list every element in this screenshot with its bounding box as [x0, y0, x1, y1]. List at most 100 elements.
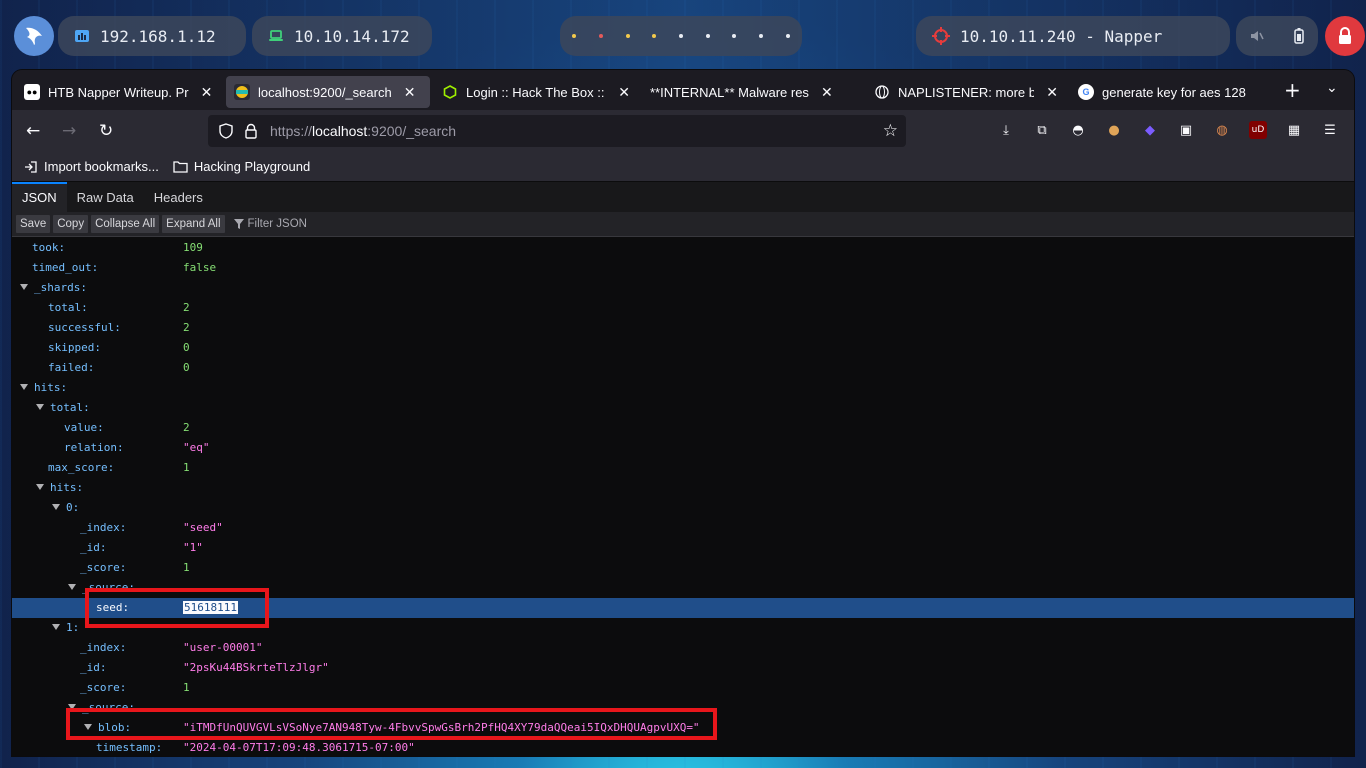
json-row[interactable]: relation: "eq"	[12, 438, 1354, 458]
workspace-dot[interactable]	[652, 34, 657, 38]
tab-localhost-search[interactable]: localhost:9200/_search ✕	[226, 76, 430, 108]
json-row[interactable]: _index: "user-00001"	[12, 638, 1354, 658]
bookmark-star-icon[interactable]: ☆	[883, 121, 898, 141]
json-row[interactable]: timed_out: false	[12, 258, 1354, 278]
json-row[interactable]: skipped: 0	[12, 338, 1354, 358]
url-text[interactable]: https://localhost:9200/_search	[270, 123, 456, 139]
workspace-dot[interactable]	[598, 34, 603, 38]
json-value: "user-00001"	[183, 638, 262, 658]
close-tab-icon[interactable]: ✕	[201, 84, 213, 101]
expand-toggle-icon[interactable]	[52, 624, 60, 630]
battery-icon[interactable]	[1294, 28, 1304, 44]
workspace-dot[interactable]	[572, 34, 577, 38]
tab-htb-login[interactable]: Login :: Hack The Box :: H ✕	[434, 76, 638, 108]
expand-toggle-icon[interactable]	[68, 584, 76, 590]
local-ip-widget[interactable]: 192.168.1.12	[58, 16, 246, 56]
json-row[interactable]: failed: 0	[12, 358, 1354, 378]
save-button[interactable]: Save	[16, 215, 51, 233]
json-row[interactable]: timestamp: "2024-04-07T17:09:48.3061715-0…	[12, 738, 1354, 756]
expand-toggle-icon[interactable]	[36, 404, 44, 410]
json-row[interactable]: _id: "1"	[12, 538, 1354, 558]
json-key-text: _index:	[80, 521, 127, 534]
json-value-text: 2	[183, 321, 190, 334]
wappalyzer-icon[interactable]: ◆	[1141, 121, 1159, 139]
json-row[interactable]: took: 109	[12, 238, 1354, 258]
json-row[interactable]: _id: "2psKu44BSkrteTlzJlgr"	[12, 658, 1354, 678]
close-tab-icon[interactable]: ✕	[404, 84, 416, 101]
json-row[interactable]: hits:	[12, 378, 1354, 398]
json-row[interactable]: _index: "seed"	[12, 518, 1354, 538]
close-tab-icon[interactable]: ✕	[821, 84, 833, 101]
workspace-dot[interactable]	[705, 34, 710, 38]
json-row[interactable]: 0:	[12, 498, 1354, 518]
menu-icon[interactable]: ☰	[1321, 121, 1339, 139]
json-row[interactable]: total: 2	[12, 298, 1354, 318]
cookie-editor-icon[interactable]: ●	[1105, 121, 1123, 139]
tab-headers[interactable]: Headers	[144, 184, 213, 212]
reload-icon[interactable]: ↻	[99, 121, 113, 141]
back-icon[interactable]: ←	[26, 121, 40, 141]
json-row[interactable]: _score: 1	[12, 678, 1354, 698]
json-value-text: 2	[183, 421, 190, 434]
json-value-text: 0	[183, 341, 190, 354]
json-row[interactable]: successful: 2	[12, 318, 1354, 338]
expand-toggle-icon[interactable]	[20, 384, 28, 390]
expand-toggle-icon[interactable]	[52, 504, 60, 510]
json-value: 2	[183, 318, 190, 338]
tab-htb-writeup[interactable]: ●● HTB Napper Writeup. Pr ✕	[16, 76, 222, 108]
json-key: 1:	[52, 618, 79, 638]
workspace-dot[interactable]	[785, 34, 790, 38]
expand-toggle-icon[interactable]	[20, 284, 28, 290]
shield-icon[interactable]	[218, 123, 234, 139]
lock-screen-button[interactable]	[1325, 16, 1365, 56]
elastic-icon	[234, 84, 250, 100]
json-key-text: total:	[48, 301, 88, 314]
qr-code-icon[interactable]: ▦	[1285, 121, 1303, 139]
json-row[interactable]: max_score: 1	[12, 458, 1354, 478]
collapse-all-button[interactable]: Collapse All	[91, 215, 160, 233]
import-bookmarks-item[interactable]: Import bookmarks...	[24, 159, 159, 174]
expand-all-button[interactable]: Expand All	[162, 215, 225, 233]
ublock-icon[interactable]: uD	[1249, 121, 1267, 139]
forward-icon[interactable]: →	[62, 121, 76, 141]
target-widget[interactable]: 10.10.11.240 - Napper	[916, 16, 1230, 56]
tab-naplistener[interactable]: NAPLISTENER: more bac ✕	[866, 76, 1066, 108]
json-row[interactable]: value: 2	[12, 418, 1354, 438]
workspace-switcher[interactable]	[560, 16, 802, 56]
json-key-text: successful:	[48, 321, 121, 334]
new-tab-button[interactable]: +	[1284, 78, 1301, 102]
url-bar[interactable]: https://localhost:9200/_search ☆	[208, 115, 906, 147]
workspace-dot[interactable]	[732, 34, 737, 38]
volume-muted-icon[interactable]	[1250, 29, 1264, 43]
workspace-dot[interactable]	[758, 34, 763, 38]
json-row[interactable]: _score: 1	[12, 558, 1354, 578]
json-key: 0:	[52, 498, 79, 518]
workspace-dot[interactable]	[678, 34, 683, 38]
spy-extension-icon[interactable]: ◓	[1069, 121, 1087, 139]
json-row[interactable]: hits:	[12, 478, 1354, 498]
tab-json[interactable]: JSON	[12, 182, 67, 212]
app-launcher-button[interactable]	[14, 16, 54, 56]
json-key-text: _score:	[80, 681, 127, 694]
vpn-ip-widget[interactable]: 10.10.14.172	[252, 16, 432, 56]
workspace-dot[interactable]	[625, 34, 630, 38]
filter-json-input[interactable]: Filter JSON	[233, 218, 307, 230]
list-all-tabs-button[interactable]: ⌄	[1326, 80, 1338, 96]
json-key-text: total:	[50, 401, 90, 414]
close-tab-icon[interactable]: ✕	[1046, 84, 1058, 101]
expand-toggle-icon[interactable]	[36, 484, 44, 490]
hacktools-icon[interactable]: ◍	[1213, 121, 1231, 139]
downloads-icon[interactable]: ⤓	[997, 121, 1015, 139]
hacking-playground-folder[interactable]: Hacking Playground	[173, 159, 310, 174]
close-tab-icon[interactable]: ✕	[618, 84, 630, 101]
lock-icon[interactable]	[244, 123, 258, 139]
tab-raw-data[interactable]: Raw Data	[67, 184, 144, 212]
tab-google-aes[interactable]: G generate key for aes 128	[1070, 76, 1268, 108]
tab-internal-malware[interactable]: **INTERNAL** Malware res ✕	[642, 76, 862, 108]
extensions-icon[interactable]: ⧉	[1033, 121, 1051, 139]
json-row[interactable]: _shards:	[12, 278, 1354, 298]
laptop-icon	[269, 30, 283, 41]
copy-button[interactable]: Copy	[53, 215, 89, 233]
user-agent-icon[interactable]: ▣	[1177, 121, 1195, 139]
json-row[interactable]: total:	[12, 398, 1354, 418]
